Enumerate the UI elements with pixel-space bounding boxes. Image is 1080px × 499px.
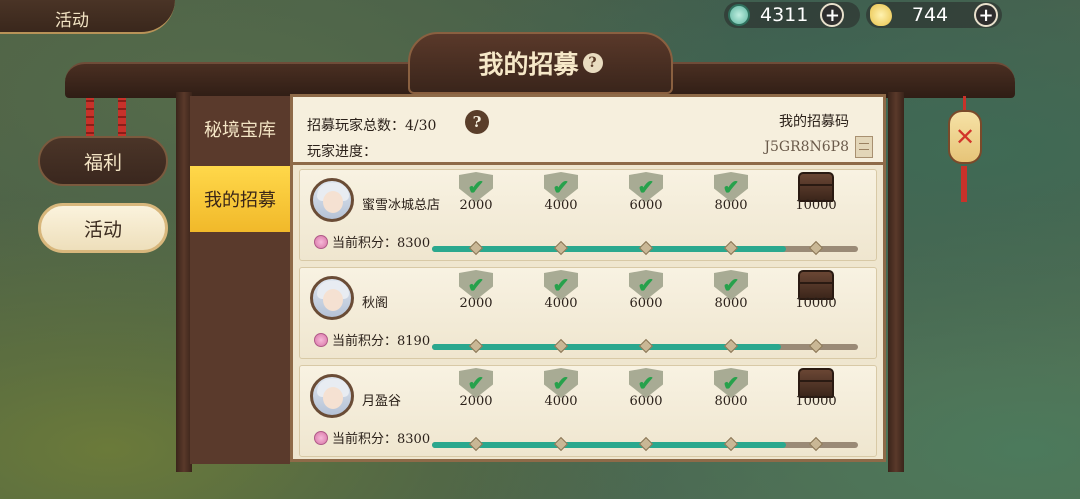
side-tab-panel: 秘境宝库 我的招募 (190, 96, 290, 464)
jade-coin-icon (728, 4, 750, 26)
milestone-marker (553, 240, 569, 256)
milestone-label: 2000 (459, 198, 493, 213)
add-gold-button[interactable]: + (974, 3, 998, 27)
milestone-marker (808, 338, 824, 354)
milestone-marker (808, 436, 824, 452)
recruit-card: 月盈谷 当前积分：8300 ✔ 2000 ✔ 4000 ✔ 6000 ✔ 8000 10000 (299, 365, 877, 457)
close-lantern-button[interactable]: ✕ (948, 110, 982, 164)
red-knot-ornament (118, 94, 126, 136)
player-score: 当前积分：8300 (314, 232, 430, 251)
milestone-marker (553, 338, 569, 354)
score-progress-bar (432, 240, 858, 256)
nav-activity-label: 活动 (83, 218, 122, 241)
milestone-marker (638, 338, 654, 354)
milestone-label: 10000 (795, 198, 837, 213)
milestone-label: 10000 (795, 296, 837, 311)
close-icon: ✕ (954, 123, 976, 151)
milestone-marker (468, 338, 484, 354)
milestone-marker (808, 240, 824, 256)
milestone-marker (468, 240, 484, 256)
score-progress-bar (432, 436, 858, 452)
recruit-card: 蜜雪冰城总店 当前积分：8300 ✔ 2000 ✔ 4000 ✔ 6000 ✔ 8000 10000 (299, 169, 877, 261)
player-score: 当前积分：8190 (314, 330, 430, 349)
milestone-marker (638, 240, 654, 256)
add-jade-button[interactable]: + (820, 3, 845, 27)
player-name: 月盈谷 (362, 394, 402, 409)
milestone-label: 4000 (544, 198, 578, 213)
milestone-label: 2000 (459, 394, 493, 409)
player-score-label: 当前积分：8190 (332, 334, 431, 349)
milestone-marker (553, 436, 569, 452)
copy-code-icon[interactable] (855, 136, 873, 158)
lantern-tassel (961, 166, 967, 202)
player-avatar (310, 374, 354, 418)
activity-header-tab: 活动 (0, 0, 175, 34)
score-icon (314, 234, 328, 249)
player-score: 当前积分：8300 (314, 428, 430, 447)
milestone-label: 6000 (629, 296, 663, 311)
milestone-label: 8000 (714, 394, 748, 409)
milestone-label: 8000 (714, 296, 748, 311)
panel-title-text: 我的招募 (478, 50, 579, 79)
milestone-marker (638, 436, 654, 452)
nav-activity-button[interactable]: 活动 (38, 203, 168, 253)
panel-title: 我的招募 ? (408, 32, 673, 94)
tab-treasury-label: 秘境宝库 (204, 120, 276, 141)
milestone-label: 4000 (544, 394, 578, 409)
score-icon (314, 332, 328, 347)
gold-currency: 744 + (866, 2, 1002, 28)
title-help-icon[interactable]: ? (582, 53, 603, 73)
recruit-code-label: 我的招募码 (779, 114, 849, 130)
tab-my-recruit[interactable]: 我的招募 (190, 166, 290, 232)
player-progress-label: 玩家进度： (307, 144, 377, 160)
recruit-card: 秋阁 当前积分：8190 ✔ 2000 ✔ 4000 ✔ 6000 ✔ 8000 10000 (299, 267, 877, 359)
milestone-label: 2000 (459, 296, 493, 311)
activity-header-label: 活动 (55, 11, 89, 31)
player-score-label: 当前积分：8300 (332, 432, 431, 447)
lantern-string (963, 96, 966, 110)
right-post (888, 92, 904, 472)
red-knot-ornament (86, 94, 94, 136)
recruit-summary: 招募玩家总数：4/30 ? 玩家进度： 我的招募码 J5GR8N6P8 (293, 97, 883, 165)
milestone-label: 10000 (795, 394, 837, 409)
tab-treasury[interactable]: 秘境宝库 (190, 96, 290, 162)
nav-welfare-button[interactable]: 福利 (38, 136, 168, 186)
nav-welfare-label: 福利 (83, 151, 122, 174)
tab-my-recruit-label: 我的招募 (204, 190, 276, 211)
total-recruits: 招募玩家总数：4/30 (307, 118, 437, 134)
jade-amount: 4311 (760, 4, 809, 26)
milestone-marker (723, 436, 739, 452)
milestone-label: 4000 (544, 296, 578, 311)
player-avatar (310, 178, 354, 222)
player-avatar (310, 276, 354, 320)
score-progress-bar (432, 338, 858, 354)
milestone-label: 6000 (629, 198, 663, 213)
recruit-content: 招募玩家总数：4/30 ? 玩家进度： 我的招募码 J5GR8N6P8 蜜雪冰城… (290, 94, 886, 462)
milestone-marker (723, 338, 739, 354)
milestone-label: 8000 (714, 198, 748, 213)
player-score-label: 当前积分：8300 (332, 236, 431, 251)
score-icon (314, 430, 328, 445)
gold-ingot-icon (870, 4, 892, 26)
milestone-marker (468, 436, 484, 452)
recruit-code-value: J5GR8N6P8 (764, 139, 849, 155)
player-name: 秋阁 (362, 296, 389, 311)
milestone-marker (723, 240, 739, 256)
player-name: 蜜雪冰城总店 (362, 198, 441, 213)
gold-amount: 744 (911, 4, 949, 26)
jade-currency: 4311 + (724, 2, 860, 28)
recruit-help-icon[interactable]: ? (465, 110, 489, 134)
milestone-label: 6000 (629, 394, 663, 409)
